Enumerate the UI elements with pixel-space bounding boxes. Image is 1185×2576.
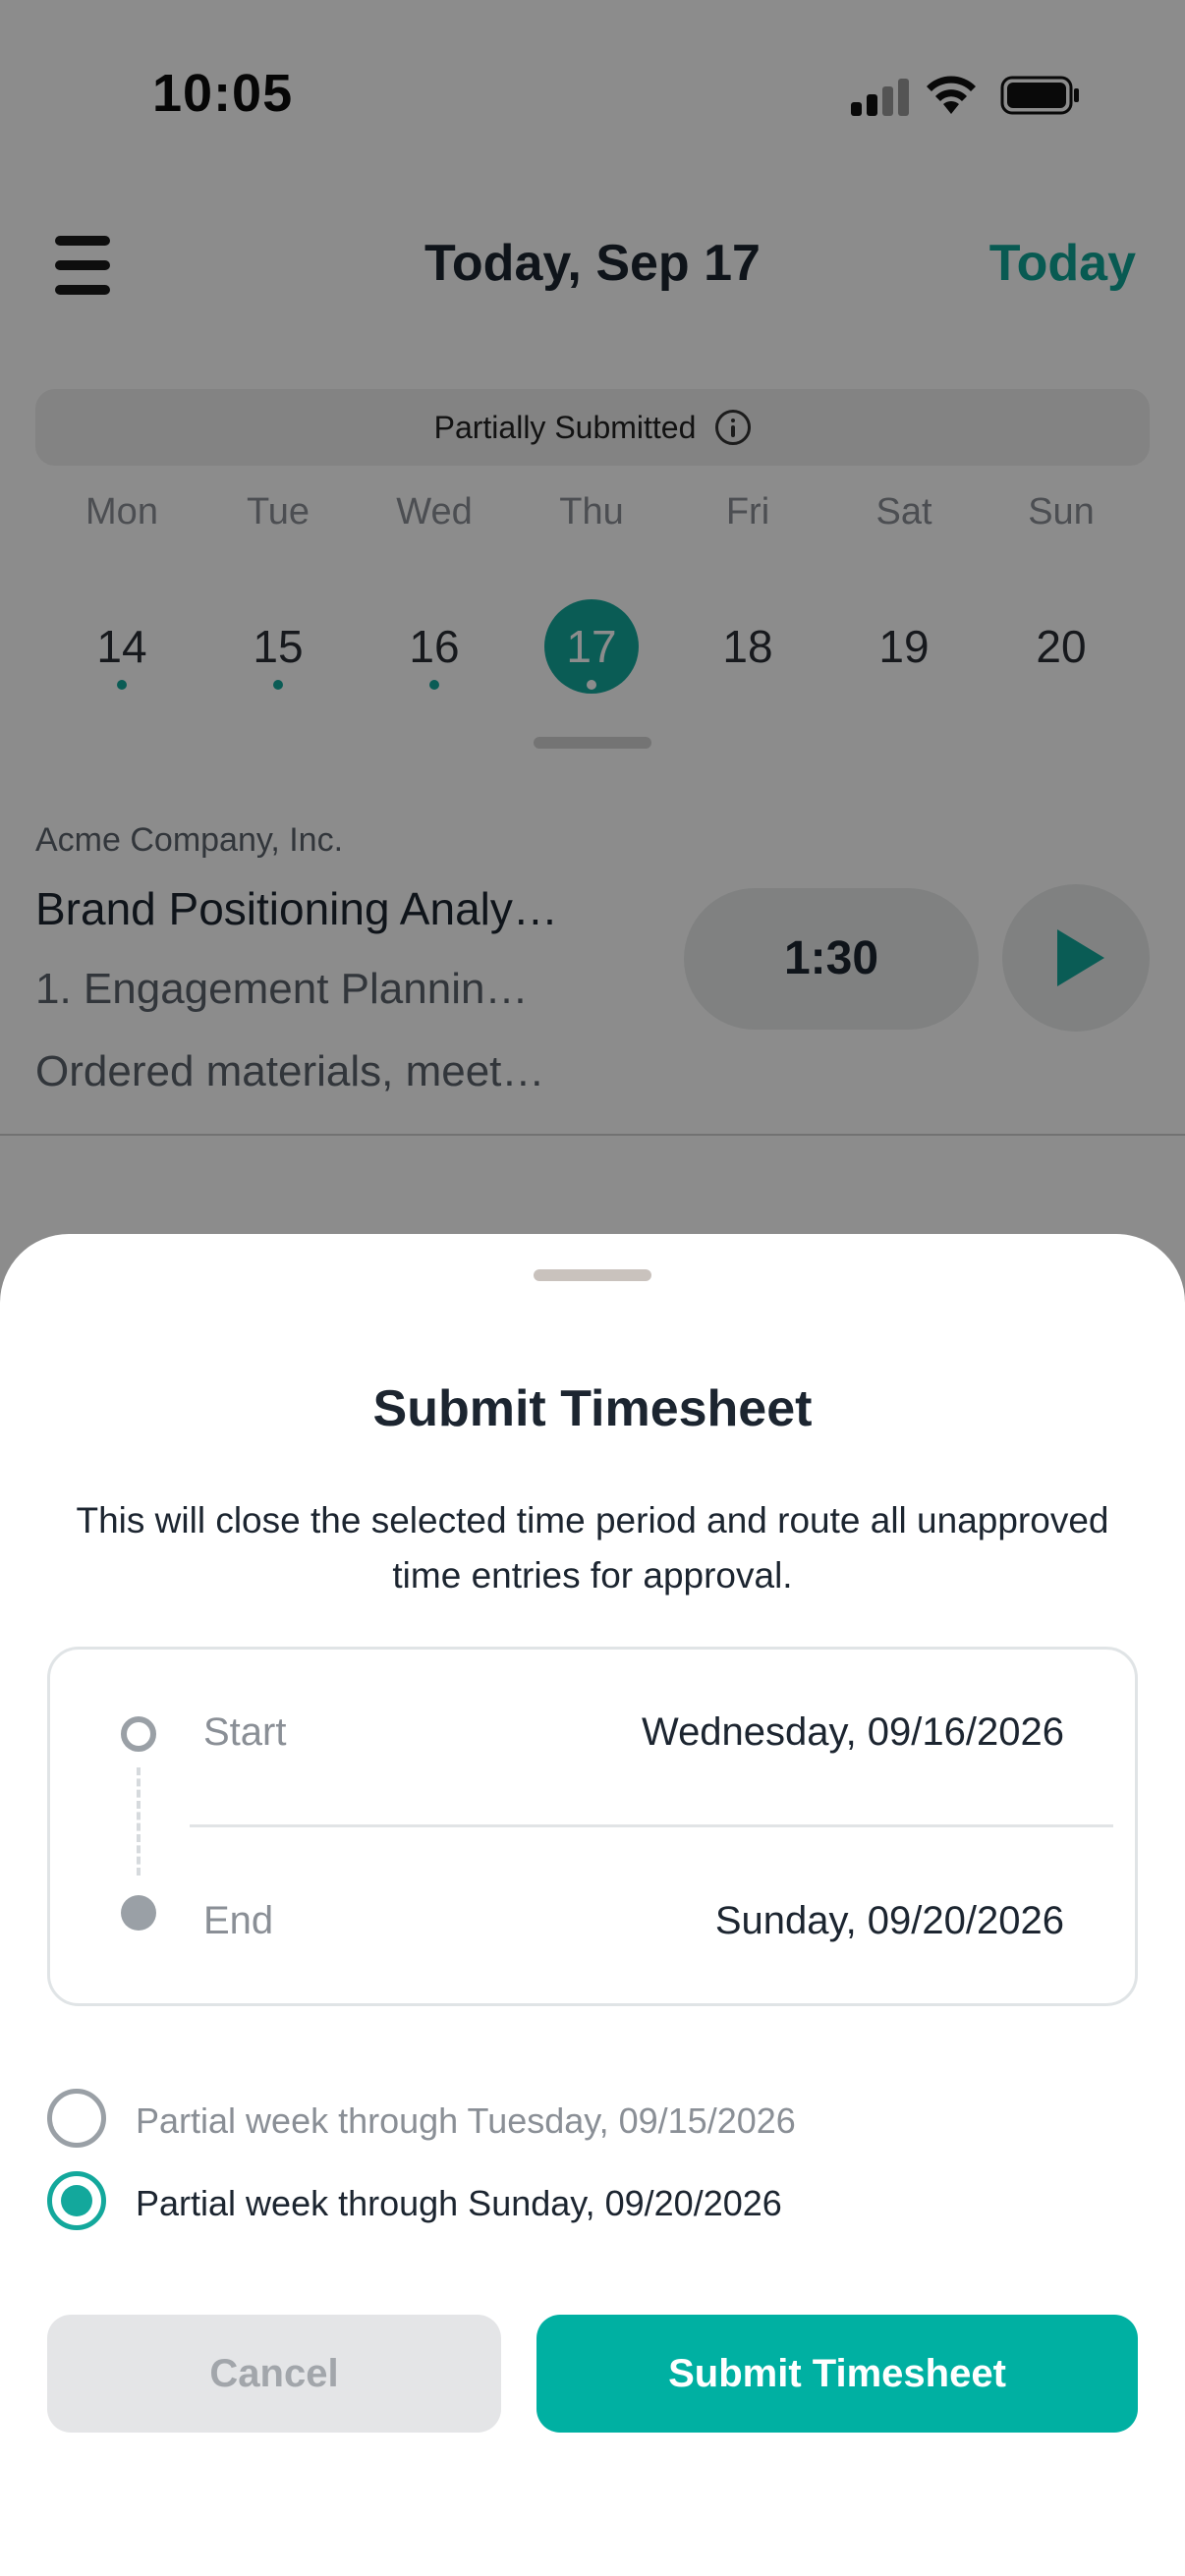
option-label: Partial week through Tuesday, 09/15/2026 <box>136 2100 796 2141</box>
sheet-title: Submit Timesheet <box>372 1380 813 1437</box>
start-point-icon <box>121 1716 156 1752</box>
radio-button-checked[interactable] <box>47 2171 106 2230</box>
end-label: End <box>203 1899 274 1942</box>
cancel-button[interactable]: Cancel <box>47 2315 501 2433</box>
range-divider <box>190 1824 1113 1827</box>
start-date-value: Wednesday, 09/16/2026 <box>642 1710 1064 1754</box>
option-partial-week-tuesday[interactable]: Partial week through Tuesday, 09/15/2026 <box>47 2089 1138 2152</box>
radio-button-unchecked[interactable] <box>47 2089 106 2148</box>
range-connector <box>137 1767 141 1876</box>
sheet-drag-handle[interactable] <box>534 1269 651 1281</box>
end-date-value: Sunday, 09/20/2026 <box>714 1899 1064 1942</box>
submit-timesheet-sheet: Submit Timesheet This will close the sel… <box>0 1234 1185 2576</box>
submit-timesheet-button[interactable]: Submit Timesheet <box>536 2315 1138 2433</box>
end-point-icon <box>121 1895 156 1931</box>
sheet-description: This will close the selected time period… <box>76 1500 1109 1596</box>
option-label: Partial week through Sunday, 09/20/2026 <box>136 2183 782 2223</box>
option-partial-week-sunday[interactable]: Partial week through Sunday, 09/20/2026 <box>47 2171 1138 2234</box>
start-label: Start <box>203 1710 287 1754</box>
date-range-card: Start Wednesday, 09/16/2026 End Sunday, … <box>47 1647 1138 2006</box>
